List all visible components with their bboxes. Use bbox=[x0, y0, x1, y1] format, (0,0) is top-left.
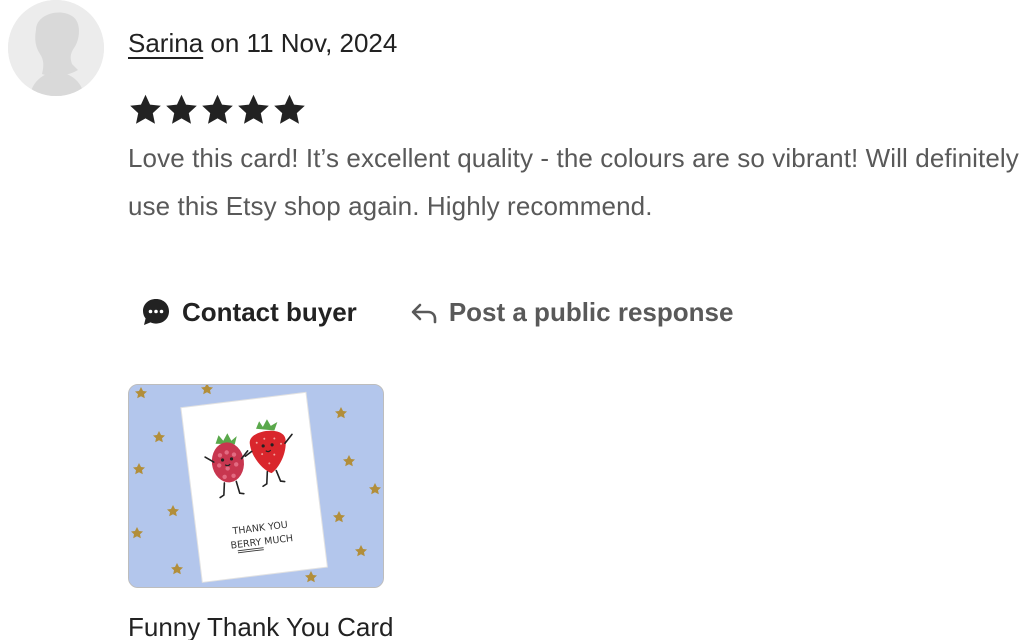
star-icon bbox=[166, 94, 197, 124]
listing-thumbnail[interactable]: THANK YOU BERRY MUCH bbox=[128, 384, 384, 588]
post-public-response-button[interactable]: Post a public response bbox=[409, 296, 734, 328]
contact-buyer-label: Contact buyer bbox=[182, 296, 357, 327]
contact-buyer-button[interactable]: Contact buyer bbox=[140, 296, 357, 328]
post-public-response-label: Post a public response bbox=[448, 296, 734, 327]
date-prefix: on bbox=[210, 28, 240, 58]
review-actions: Contact buyer Post a public response bbox=[140, 292, 733, 332]
star-rating bbox=[128, 92, 307, 134]
review-text: Love this card! It’s excellent quality -… bbox=[128, 143, 1019, 221]
review-date: 11 Nov, 2024 bbox=[246, 28, 398, 58]
star-icon bbox=[202, 94, 233, 124]
avatar[interactable] bbox=[8, 0, 104, 96]
reply-arrow-icon bbox=[409, 297, 439, 327]
star-icon bbox=[238, 94, 269, 124]
chat-bubble-icon bbox=[140, 296, 172, 328]
star-icon bbox=[274, 94, 305, 124]
thank-you-card-image: THANK YOU BERRY MUCH bbox=[129, 385, 383, 587]
review-card: Sarina on 11 Nov, 2024 Love this card! I… bbox=[0, 0, 1030, 640]
reviewer-name-link[interactable]: Sarina bbox=[128, 28, 203, 58]
star-icon bbox=[130, 94, 161, 124]
review-meta: Sarina on 11 Nov, 2024 bbox=[128, 26, 397, 60]
listing-title-link[interactable]: Funny Thank You Card bbox=[128, 610, 393, 640]
default-avatar-icon bbox=[8, 0, 104, 96]
